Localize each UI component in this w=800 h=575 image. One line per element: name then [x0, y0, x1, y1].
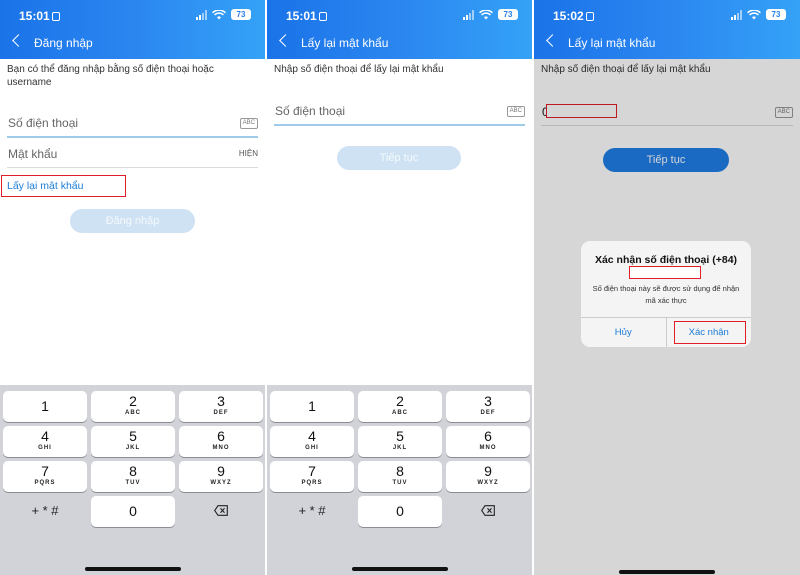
phone-placeholder: Số điện thoại	[275, 104, 346, 118]
page-title: Lấy lại mật khẩu	[301, 36, 389, 50]
delete-key[interactable]	[446, 495, 530, 526]
status-bar: 15:02 73	[553, 9, 786, 23]
home-indicator	[351, 567, 448, 571]
key-4[interactable]: 4 GHI	[270, 426, 354, 457]
status-time: 15:01	[286, 9, 327, 23]
wifi-icon	[212, 9, 226, 19]
show-password-toggle[interactable]: HIỆN	[239, 149, 258, 158]
wifi-icon	[747, 9, 761, 19]
status-time: 15:01	[19, 9, 60, 23]
password-underline	[7, 167, 258, 168]
key-2[interactable]: 2 ABC	[91, 391, 175, 422]
key-3[interactable]: 3 DEF	[179, 391, 263, 422]
keyboard-type-badge: ABC	[506, 106, 525, 117]
login-button[interactable]: Đăng nhập	[70, 209, 195, 233]
key-7[interactable]: 7 PQRS	[3, 461, 87, 492]
key-9[interactable]: 9 WXYZ	[446, 461, 530, 492]
signal-icon	[463, 9, 474, 20]
highlight-box	[674, 321, 746, 344]
signal-icon	[731, 9, 742, 20]
home-indicator	[619, 570, 715, 574]
key-7[interactable]: 7 PQRS	[270, 461, 354, 492]
status-bar: 15:01 73	[19, 9, 251, 23]
signal-icon	[196, 9, 207, 20]
dialog-message: Số điện thoại này sẽ được sử dụng để nhậ…	[592, 284, 740, 305]
status-time: 15:02	[553, 9, 594, 23]
backspace-icon	[214, 505, 228, 516]
header: 15:02 73 Lấy lại mật khẩu	[534, 0, 800, 59]
symbols-key[interactable]: + * #	[270, 495, 354, 526]
battery-icon: 73	[231, 9, 251, 20]
redacted-number-box	[629, 266, 701, 279]
confirm-phone-dialog: Xác nhận số điện thoại (+84) Số điện tho…	[581, 241, 751, 347]
key-8[interactable]: 8 TUV	[358, 461, 442, 492]
confirm-phone-screen: 15:02 73 Lấy lại mật khẩu Nhập số điện t…	[534, 0, 800, 575]
battery-icon: 73	[498, 9, 518, 20]
recover-description: Nhập số điện thoại để lấy lại mật khẩu	[274, 64, 444, 75]
wifi-icon	[479, 9, 493, 19]
key-4[interactable]: 4 GHI	[3, 426, 87, 457]
key-2[interactable]: 2 ABC	[358, 391, 442, 422]
back-arrow-icon[interactable]	[546, 34, 559, 47]
login-description: Bạn có thể đăng nhập bằng số điện thoại …	[7, 64, 214, 88]
key-6[interactable]: 6 MNO	[179, 426, 263, 457]
page-title: Đăng nhập	[34, 36, 93, 50]
key-3[interactable]: 3 DEF	[446, 391, 530, 422]
battery-icon: 73	[766, 9, 786, 20]
cancel-button[interactable]: Hủy	[581, 318, 666, 347]
backspace-icon	[481, 505, 495, 516]
phone-field[interactable]: Số điện thoại ABC	[274, 101, 525, 123]
key-5[interactable]: 5 JKL	[358, 426, 442, 457]
home-indicator	[84, 567, 181, 571]
highlight-box	[1, 175, 126, 197]
header: 15:01 73 Lấy lại mật khẩu	[267, 0, 532, 59]
phone-field[interactable]: Số điện thoại ABC	[7, 113, 258, 135]
key-0[interactable]: 0	[358, 496, 442, 527]
key-0[interactable]: 0	[91, 496, 175, 527]
id-badge-icon	[585, 12, 594, 21]
back-arrow-icon[interactable]	[279, 34, 292, 47]
numeric-keypad: 1 2 ABC 3 DEF 4 GHI 5 JKL 6 MNO 7 PQRS 8 TUV 9W…	[0, 385, 265, 575]
delete-key[interactable]	[179, 495, 263, 526]
continue-button[interactable]: Tiếp tục	[337, 146, 461, 170]
key-1[interactable]: 1	[270, 391, 354, 422]
dialog-title: Xác nhận số điện thoại (+84)	[594, 254, 738, 266]
status-bar: 15:01 73	[286, 9, 518, 23]
password-field[interactable]: Mật khẩu HIỆN	[7, 144, 258, 166]
page-title: Lấy lại mật khẩu	[568, 36, 656, 50]
back-arrow-icon[interactable]	[12, 34, 25, 47]
login-screen: 15:01 73 Đăng nhập Bạn có thể đăng nhập …	[0, 0, 265, 575]
key-8[interactable]: 8 TUV	[91, 461, 175, 492]
numeric-keypad: 1 2 ABC 3 DEF 4 GHI 5 JKL 6 MNO 7 PQRS 8 TUV 9W…	[267, 385, 532, 575]
key-6[interactable]: 6 MNO	[446, 426, 530, 457]
id-badge-icon	[51, 12, 60, 21]
key-5[interactable]: 5 JKL	[91, 426, 175, 457]
key-1[interactable]: 1	[3, 391, 87, 422]
keyboard-type-badge: ABC	[239, 118, 258, 129]
phone-underline	[7, 136, 258, 138]
phone-underline	[274, 124, 525, 126]
phone-placeholder: Số điện thoại	[8, 116, 79, 130]
tutorial-composite: 15:01 73 Đăng nhập Bạn có thể đăng nhập …	[0, 0, 800, 575]
key-9[interactable]: 9 WXYZ	[179, 461, 263, 492]
header: 15:01 73 Đăng nhập	[0, 0, 265, 59]
recover-password-screen: 15:01 73 Lấy lại mật khẩu Nhập số điện t…	[267, 0, 532, 575]
id-badge-icon	[318, 12, 327, 21]
password-placeholder: Mật khẩu	[8, 147, 58, 161]
symbols-key[interactable]: + * #	[3, 495, 87, 526]
